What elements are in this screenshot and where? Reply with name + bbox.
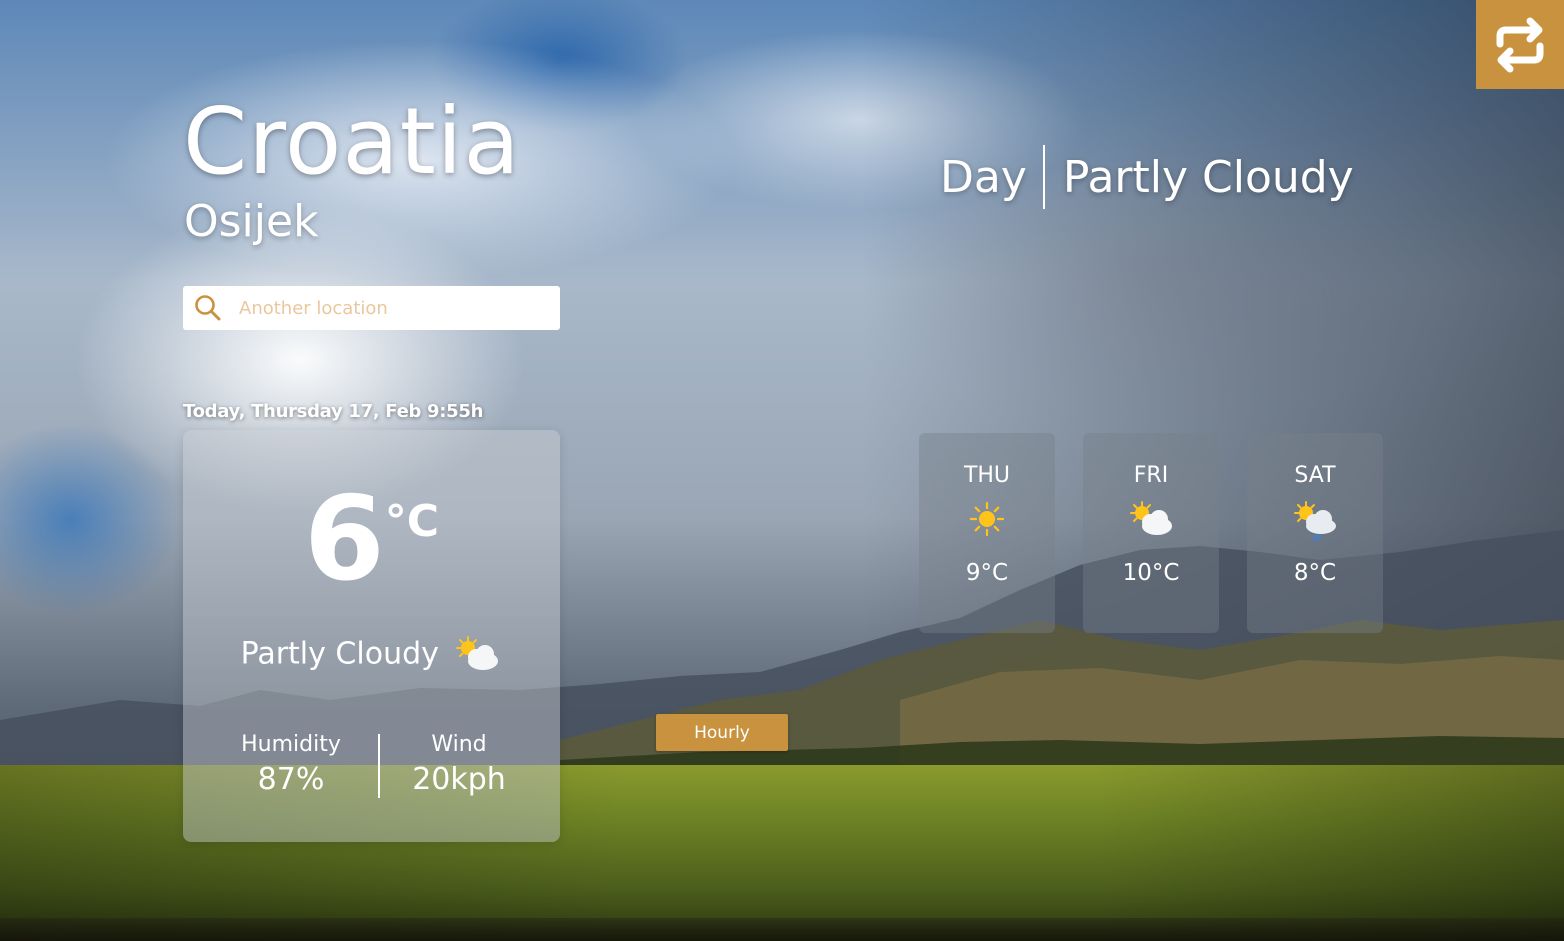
current-weather-card: 6°C Partly Cloudy Humidity 87% Wind 20kp…	[183, 430, 560, 842]
temperature-value: 6	[303, 472, 385, 607]
wind-value: 20kph	[412, 762, 506, 797]
day-summary: Day Partly Cloudy	[940, 145, 1354, 209]
forecast-card-fri: FRI 10°C	[1083, 433, 1219, 633]
current-temperature: 6°C	[183, 482, 560, 598]
summary-divider	[1042, 145, 1045, 209]
location-search[interactable]	[183, 286, 560, 330]
wind-stat: Wind 20kph	[373, 730, 545, 800]
sun-icon	[969, 501, 1005, 537]
hourly-button[interactable]: Hourly	[656, 714, 788, 751]
forecast-card-thu: THU 9°C	[919, 433, 1055, 633]
condition-label: Partly Cloudy	[240, 636, 439, 672]
forecast-temp: 10°C	[1122, 560, 1180, 586]
refresh-arrows-icon	[1496, 17, 1544, 73]
country-title: Croatia	[183, 88, 521, 195]
weather-app: Croatia Osijek Today, Thursday 17, Feb 9…	[0, 0, 1564, 941]
city-title: Osijek	[184, 196, 319, 247]
forecast-day: FRI	[1133, 463, 1169, 488]
summary-condition: Partly Cloudy	[1062, 151, 1354, 203]
partly-cloudy-icon	[1130, 501, 1172, 535]
temperature-unit: °C	[384, 496, 439, 547]
forecast-icon-wrap	[1247, 499, 1383, 549]
search-icon	[195, 295, 221, 321]
forecast-day: THU	[963, 463, 1011, 488]
forecast-day: SAT	[1294, 463, 1336, 488]
summary-period: Day	[940, 151, 1027, 203]
forecast-card-sat: SAT 8°C	[1247, 433, 1383, 633]
forecast-temp: 8°C	[1293, 560, 1337, 586]
current-datetime: Today, Thursday 17, Feb 9:55h	[183, 401, 484, 422]
fence-line	[0, 918, 1564, 941]
forecast-temp: 9°C	[965, 560, 1009, 586]
current-condition: Partly Cloudy	[183, 634, 560, 674]
rain-cloud-sun-icon	[1294, 501, 1336, 541]
forecast-icon-wrap	[1083, 499, 1219, 549]
humidity-value: 87%	[257, 762, 325, 797]
search-input[interactable]	[237, 287, 551, 329]
partly-cloudy-icon	[456, 636, 499, 670]
wind-label: Wind	[431, 732, 487, 757]
weather-stats: Humidity 87% Wind 20kph	[183, 730, 560, 802]
refresh-button[interactable]	[1476, 0, 1564, 89]
humidity-stat: Humidity 87%	[197, 730, 385, 800]
humidity-label: Humidity	[241, 732, 341, 757]
forecast-icon-wrap	[919, 499, 1055, 549]
